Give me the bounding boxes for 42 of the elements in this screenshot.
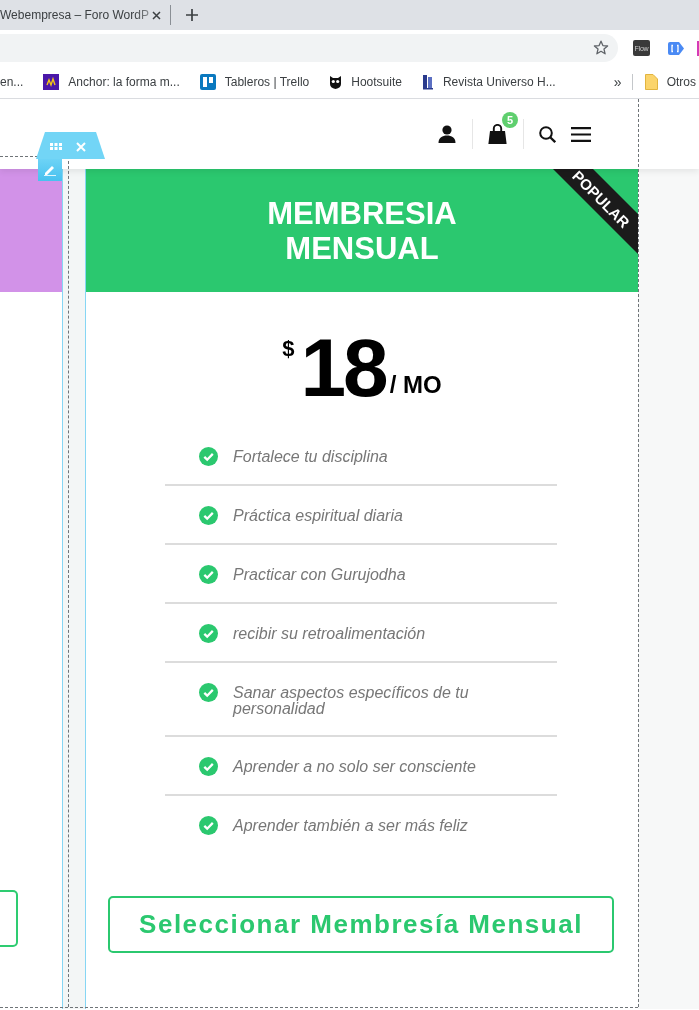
price-amount: 18 xyxy=(300,326,386,410)
tab-title[interactable]: Webempresa – Foro WordP xyxy=(0,8,149,22)
bookmark-folder[interactable]: Otros xyxy=(644,74,696,90)
feature-text: Práctica espiritual diaria xyxy=(233,508,403,524)
user-icon[interactable] xyxy=(438,125,456,143)
price-period: / MO xyxy=(389,373,442,397)
cart-count-badge: 5 xyxy=(502,112,518,128)
feature-text: Aprender a no solo ser consciente xyxy=(233,759,476,775)
close-icon[interactable] xyxy=(151,10,161,20)
feature-text: Fortalece tu disciplina xyxy=(233,449,388,465)
plus-icon[interactable] xyxy=(185,9,198,21)
check-icon xyxy=(199,447,218,466)
board-icon xyxy=(199,74,216,90)
feature-text: recibir su retroalimentación xyxy=(233,626,426,642)
bookmark-link[interactable]: Revista Universo H... xyxy=(421,74,556,90)
tag-icon[interactable] xyxy=(667,40,685,56)
check-icon xyxy=(199,757,218,776)
search-icon[interactable] xyxy=(539,125,556,143)
bookmark-link[interactable]: Tableros | Trello xyxy=(199,74,310,90)
folder-icon xyxy=(644,74,658,90)
plan-title: MEMBRESIA MENSUAL xyxy=(266,195,458,266)
menu-icon[interactable] xyxy=(571,126,591,142)
bookmark-link[interactable]: en... xyxy=(0,75,24,89)
check-icon xyxy=(199,624,218,643)
owl-icon xyxy=(329,75,343,89)
star-icon[interactable] xyxy=(593,40,609,56)
bookmark-link[interactable]: Hootsuite xyxy=(329,75,402,89)
check-icon xyxy=(199,506,218,525)
zigzag-logo-icon xyxy=(43,74,60,90)
check-icon xyxy=(199,816,218,835)
pencil-icon xyxy=(44,164,56,176)
more-bookmarks-button[interactable]: » xyxy=(613,74,622,90)
shopping-bag-icon[interactable] xyxy=(488,124,507,144)
currency-symbol: $ xyxy=(282,338,295,360)
check-icon xyxy=(199,565,218,584)
feature-text: Practicar con Gurujodha xyxy=(233,567,406,583)
drag-handle-icon[interactable] xyxy=(50,143,62,150)
book-icon xyxy=(421,74,434,90)
feature-text: Sanar aspectos específicos de tu personalidad xyxy=(233,685,470,717)
check-icon xyxy=(199,683,218,702)
feature-text: Aprender también a ser más feliz xyxy=(233,818,468,834)
bookmark-link[interactable]: Anchor: la forma m... xyxy=(43,74,180,90)
